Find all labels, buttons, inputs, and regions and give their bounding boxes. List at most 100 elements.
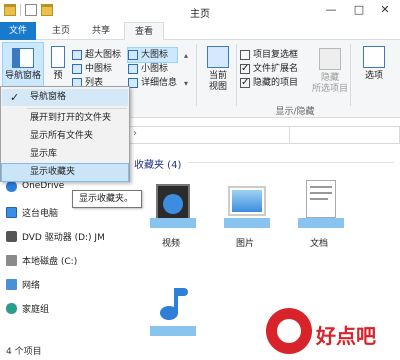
tile-pictures[interactable]: 图片	[216, 178, 274, 249]
tile-documents[interactable]: 文档	[290, 178, 348, 249]
title-bar: 主页 — □ ✕	[0, 0, 400, 22]
tab-view[interactable]: 查看	[124, 22, 164, 41]
nav-item-label: 网络	[22, 280, 41, 291]
pictures-library-icon	[220, 178, 270, 232]
tile-label: 文档	[309, 239, 328, 249]
hard-drive-icon	[6, 254, 17, 266]
menu-item-show-libraries[interactable]: 显示库	[2, 146, 128, 163]
music-library-icon	[146, 286, 196, 340]
extra-large-icons-label: 超大图标	[85, 50, 122, 60]
video-library-icon	[146, 178, 196, 232]
preview-pane-label: 预	[53, 71, 63, 81]
current-view-label-2: 视图	[208, 82, 227, 92]
tab-file[interactable]: 文件	[0, 22, 36, 40]
homegroup-icon	[6, 302, 17, 314]
medium-icons-option[interactable]: 中图标	[72, 62, 121, 76]
large-icons-option[interactable]: 大图标	[126, 47, 179, 63]
divider	[188, 162, 394, 163]
minimize-button[interactable]: —	[316, 0, 346, 20]
navigation-pane-menu: ✓ 导航窗格 展开到打开的文件夹 显示所有文件夹 显示库 显示收藏夹	[0, 86, 130, 182]
address-bar[interactable]: ›	[128, 126, 400, 144]
menu-item-navigation-pane[interactable]: ✓ 导航窗格	[2, 89, 128, 106]
divider	[236, 44, 237, 106]
file-extensions-toggle[interactable]: 文件扩展名	[240, 62, 298, 76]
show-hide-group: 项目复选框 文件扩展名 隐藏的项目	[240, 48, 298, 90]
options-icon	[363, 46, 385, 68]
hide-selected-button[interactable]: 隐藏 所选项目	[310, 44, 350, 95]
hide-selected-icon	[319, 48, 341, 70]
nav-item-label: 家庭组	[22, 304, 50, 315]
nav-item-dvd-drive[interactable]: DVD 驱动器 (D:) JM	[6, 228, 105, 244]
hide-selected-label: 隐藏	[320, 73, 339, 83]
chevron-up-icon: ▴	[184, 50, 189, 60]
network-icon	[6, 278, 17, 290]
layout-expand[interactable]: ▾	[184, 76, 188, 90]
checkbox-icon	[240, 50, 250, 60]
menu-item-show-favorites[interactable]: 显示收藏夹	[1, 163, 129, 182]
divider	[196, 44, 197, 106]
layout-column-1: 超大图标 中图标 列表	[72, 48, 121, 90]
tile-videos[interactable]: 视频	[142, 178, 200, 249]
hidden-items-label: 隐藏的项目	[253, 78, 299, 88]
options-button[interactable]: 选项	[354, 42, 394, 98]
item-checkboxes-label: 项目复选框	[253, 50, 299, 60]
close-button[interactable]: ✕	[370, 0, 400, 20]
divider	[350, 44, 351, 106]
chevron-down-icon: ▾	[184, 78, 189, 88]
checkbox-checked-icon	[240, 62, 250, 76]
menu-item-label: 显示所有文件夹	[30, 131, 94, 141]
medium-icons-label: 中图标	[85, 64, 113, 74]
nav-item-homegroup[interactable]: 家庭组	[6, 300, 49, 316]
nav-item-label: 本地磁盘 (C:)	[22, 256, 78, 267]
tile-label: 图片	[235, 239, 254, 249]
favorites-group-header[interactable]: 收藏夹 (4)	[134, 156, 181, 171]
nav-item-label: 这台电脑	[22, 208, 59, 219]
options-label: 选项	[364, 71, 383, 81]
checkbox-checked-icon	[240, 76, 250, 90]
menu-item-label: 导航窗格	[30, 92, 67, 102]
menu-item-expand-to-open-folder[interactable]: 展开到打开的文件夹	[2, 110, 128, 127]
layout-scroll-up[interactable]: ▴	[184, 48, 188, 62]
medium-icons-icon	[72, 64, 82, 74]
search-input[interactable]	[289, 127, 399, 143]
preview-pane-icon	[51, 46, 65, 68]
nav-item-label: DVD 驱动器 (D:) JM	[22, 232, 105, 243]
item-checkboxes-toggle[interactable]: 项目复选框	[240, 48, 298, 62]
divider	[27, 108, 127, 109]
navigation-pane-icon	[12, 48, 34, 68]
small-icons-icon	[128, 64, 138, 74]
nav-item-local-disk[interactable]: 本地磁盘 (C:)	[6, 252, 77, 268]
tab-home[interactable]: 主页	[44, 22, 78, 40]
navigation-pane-label: 导航窗格	[4, 71, 41, 81]
tooltip: 显示收藏夹。	[72, 190, 142, 208]
tab-share[interactable]: 共享	[84, 22, 118, 40]
watermark-text: 好点吧	[316, 324, 376, 348]
chevron-right-icon: ›	[133, 128, 137, 139]
dvd-drive-icon	[6, 230, 17, 242]
hidden-items-toggle[interactable]: 隐藏的项目	[240, 76, 298, 90]
large-icons-label: 大图标	[141, 50, 169, 60]
checkmark-icon: ✓	[10, 91, 20, 104]
ribbon-tabs: 文件 主页 共享 查看	[0, 22, 400, 41]
small-icons-option[interactable]: 小图标	[128, 62, 177, 76]
large-icons-icon	[128, 50, 138, 60]
extra-large-icons-option[interactable]: 超大图标	[72, 48, 121, 62]
gear-icon	[266, 308, 312, 354]
menu-item-label: 显示库	[30, 149, 58, 159]
tile-music[interactable]	[142, 286, 200, 344]
nav-item-this-pc[interactable]: 这台电脑	[6, 204, 58, 220]
small-icons-label: 小图标	[141, 64, 169, 74]
documents-library-icon	[294, 178, 344, 232]
current-view-label: 当前	[208, 71, 227, 81]
show-hide-group-label: 显示/隐藏	[275, 107, 315, 117]
current-view-button[interactable]: 当前 视图	[200, 42, 236, 98]
nav-item-network[interactable]: 网络	[6, 276, 40, 292]
file-extensions-label: 文件扩展名	[253, 64, 299, 74]
hide-selected-label-2: 所选项目	[311, 84, 348, 94]
watermark-logo: 好点吧	[258, 308, 398, 358]
details-label: 详细信息	[141, 78, 178, 88]
computer-icon	[6, 206, 17, 218]
details-option[interactable]: 详细信息	[128, 76, 177, 90]
menu-item-show-all-folders[interactable]: 显示所有文件夹	[2, 128, 128, 145]
tile-label: 视频	[161, 239, 180, 249]
